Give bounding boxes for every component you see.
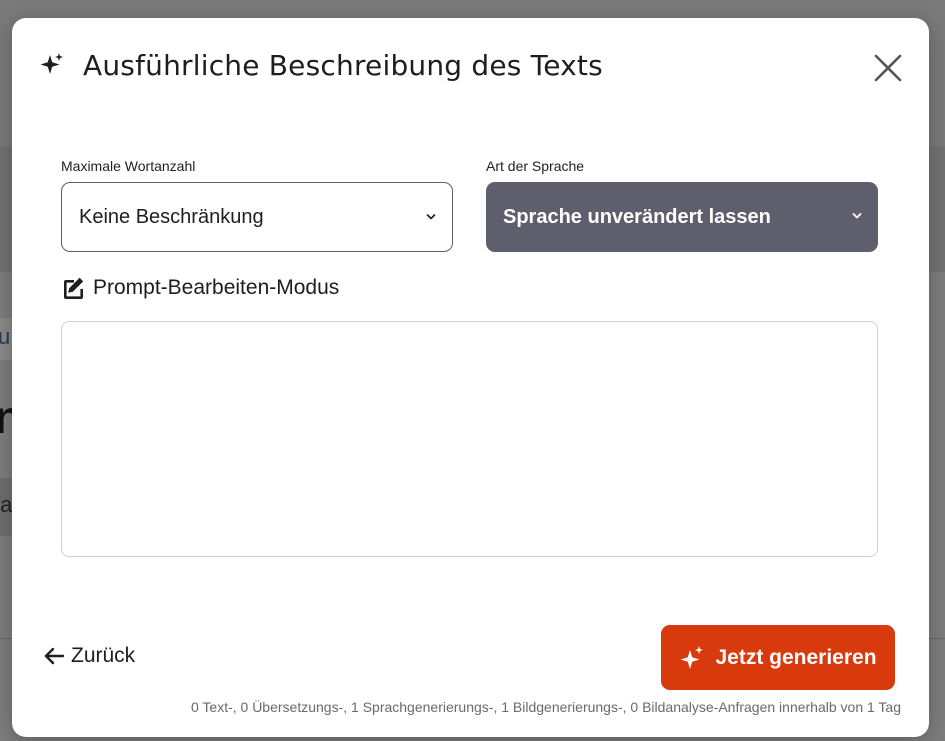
max-words-label: Maximale Wortanzahl [61, 158, 196, 174]
generate-button[interactable]: Jetzt generieren [661, 625, 895, 690]
background-text: u [0, 324, 11, 349]
close-icon[interactable] [871, 51, 905, 85]
edit-icon [64, 277, 84, 299]
language-style-select[interactable]: Sprache unverändert lassen [486, 182, 878, 252]
language-style-selected: Sprache unverändert lassen [503, 205, 771, 228]
prompt-edit-mode-label: Prompt-Bearbeiten-Modus [93, 276, 340, 299]
back-button[interactable]: Zurück [43, 642, 135, 670]
prompt-edit-mode-toggle[interactable]: Prompt-Bearbeiten-Modus [61, 274, 339, 302]
max-words-select[interactable]: Keine Beschränkung [61, 182, 453, 252]
modal-title: Ausführliche Beschreibung des Texts [83, 49, 603, 82]
quota-info: 0 Text-, 0 Übersetzungs-, 1 Sprachgeneri… [190, 699, 901, 715]
back-button-label: Zurück [71, 644, 136, 667]
language-style-label: Art der Sprache [486, 158, 585, 174]
chevron-down-icon [426, 214, 436, 220]
generate-button-label: Jetzt generieren [715, 645, 877, 669]
sparkles-icon [680, 645, 704, 669]
max-words-selected: Keine Beschränkung [79, 205, 264, 228]
sparkles-icon [40, 53, 63, 74]
arrow-left-icon [44, 647, 65, 665]
chevron-down-icon [852, 213, 862, 219]
background-text: fa [0, 492, 13, 517]
prompt-textarea[interactable] [61, 321, 878, 557]
modal-dialog: Ausführliche Beschreibung des Texts Maxi… [12, 18, 929, 737]
